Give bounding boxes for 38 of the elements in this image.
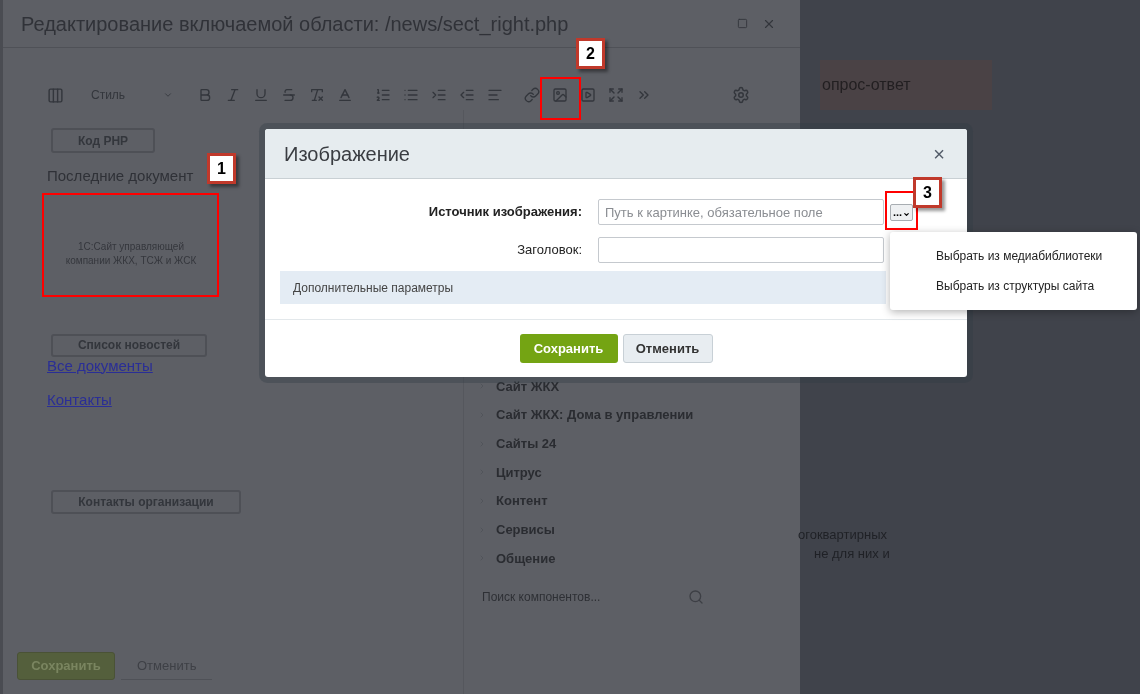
dialog-cancel-button[interactable]: Отменить: [622, 334, 713, 363]
callout-number: 1: [207, 153, 236, 184]
close-button[interactable]: ×: [933, 143, 945, 164]
page-text: огоквартирных: [798, 526, 888, 544]
fullscreen-icon[interactable]: [608, 87, 624, 103]
numbered-list-icon[interactable]: [375, 87, 391, 103]
callout-number: 3: [913, 177, 942, 208]
field-label: Заголовок:: [516, 241, 583, 260]
template-icon[interactable]: [47, 86, 64, 104]
italic-icon[interactable]: [225, 87, 241, 103]
field-label: Источник изображения:: [427, 203, 583, 222]
clear-format-icon[interactable]: [309, 87, 325, 103]
text-field[interactable]: Путь к картинке, обязательное поле: [598, 199, 884, 225]
dialog-title: Изображение: [284, 141, 411, 167]
strikethrough-icon[interactable]: [281, 87, 297, 103]
align-left-icon[interactable]: [487, 87, 503, 103]
video-icon[interactable]: [580, 87, 596, 103]
caret-icon: [903, 210, 911, 218]
bold-icon[interactable]: [197, 87, 213, 103]
menu-item[interactable]: Выбрать из структуры сайта: [936, 277, 1137, 295]
bullet-list-icon[interactable]: [403, 87, 419, 103]
advanced-settings-bar[interactable]: Дополнительные параметры: [280, 271, 886, 304]
text-color-icon[interactable]: [337, 87, 353, 103]
outdent-icon[interactable]: [459, 87, 475, 103]
dialog-save-button[interactable]: Сохранить: [519, 334, 618, 363]
image-icon[interactable]: [552, 87, 568, 103]
settings-icon[interactable]: [732, 86, 750, 104]
underline-icon[interactable]: [253, 87, 269, 103]
menu-item[interactable]: Выбрать из медиабиблиотеки: [936, 247, 1137, 265]
search-icon[interactable]: [688, 588, 704, 605]
indent-icon[interactable]: [431, 87, 447, 103]
caret-icon[interactable]: [163, 90, 173, 100]
link-icon[interactable]: [524, 87, 540, 103]
text-field[interactable]: [598, 237, 884, 263]
callout-number: 2: [576, 38, 605, 69]
browse-button[interactable]: ...: [890, 203, 913, 221]
maximize-icon[interactable]: [737, 18, 748, 29]
highlight-frame: [540, 77, 581, 120]
